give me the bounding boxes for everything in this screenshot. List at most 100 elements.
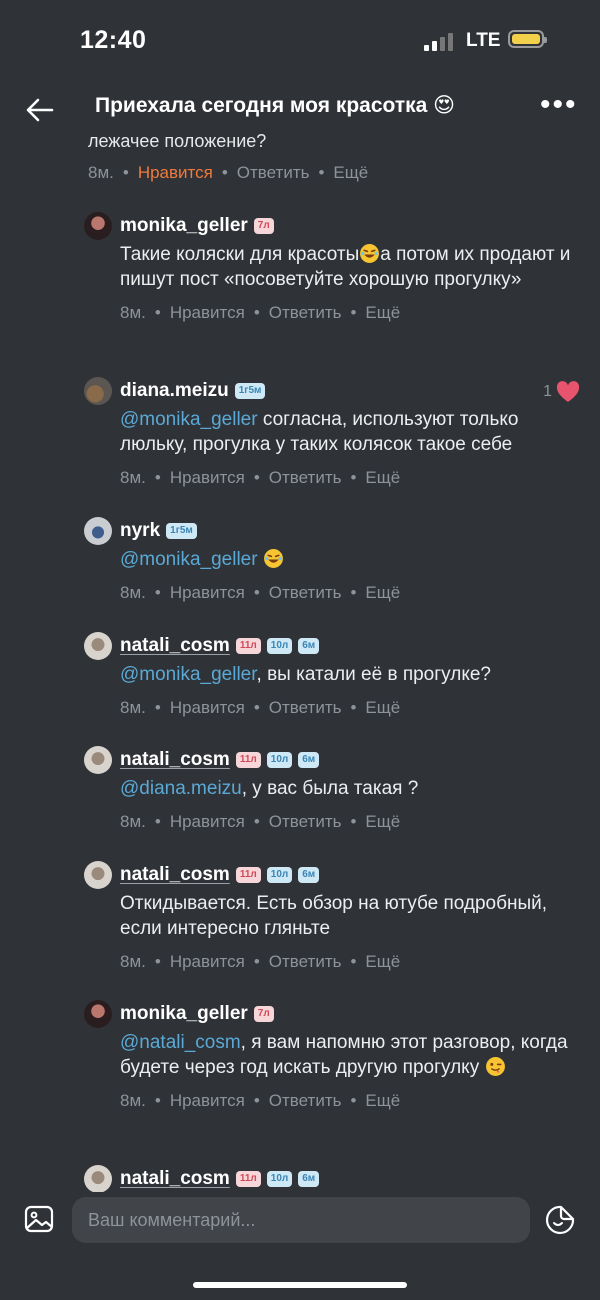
badge: 7л [253, 1006, 274, 1022]
reply-button[interactable]: Ответить [269, 698, 342, 717]
badge: 11л [235, 867, 261, 883]
comment-time: 8м. [120, 1091, 146, 1110]
reply-button[interactable]: Ответить [269, 583, 342, 602]
comment-time: 8м. [120, 698, 146, 717]
comment-meta: 8м. • Нравится • Ответить • Ещё [120, 812, 401, 831]
reply-button[interactable]: Ответить [269, 1091, 342, 1110]
badge: 6м [298, 638, 320, 654]
home-indicator [193, 1282, 407, 1288]
badge: 6м [298, 752, 320, 768]
like-button[interactable]: Нравится [170, 952, 245, 971]
battery-icon [508, 30, 547, 48]
avatar[interactable] [84, 1000, 112, 1028]
more-options-icon[interactable]: ••• [540, 90, 578, 120]
username[interactable]: monika_geller [120, 215, 248, 237]
like-button[interactable]: Нравится [170, 812, 245, 831]
mention-link[interactable]: @monika_geller [120, 409, 258, 430]
username[interactable]: nyrk [120, 520, 160, 542]
reply-button[interactable]: Ответить [269, 303, 342, 322]
like-button[interactable]: Нравится [170, 468, 245, 487]
reply-button[interactable]: Ответить [269, 468, 342, 487]
comment-meta: 8м. • Нравится • Ответить • Ещё [120, 952, 401, 971]
like-button[interactable]: Нравится [138, 163, 213, 182]
badge: 10л [266, 752, 293, 768]
comment-time: 8м. [120, 468, 146, 487]
laughing-emoji-icon [263, 549, 283, 568]
comment-text: @monika_geller, вы катали её в прогулке? [120, 664, 491, 685]
avatar[interactable] [84, 746, 112, 774]
comment-input-bar: Ваш комментарий... [0, 1192, 600, 1300]
avatar[interactable] [84, 212, 112, 240]
heart-icon[interactable] [556, 381, 580, 403]
reply-button[interactable]: Ответить [237, 163, 310, 182]
more-button[interactable]: Ещё [365, 583, 400, 602]
comment-time: 8м. [120, 583, 146, 602]
comments-feed[interactable]: лежачее положение? 8м. • Нравится • Ответить… [0, 130, 600, 1192]
laughing-emoji-icon [360, 244, 380, 263]
comment-text: Откидывается. Есть обзор на ютубе подроб… [120, 893, 548, 939]
more-button[interactable]: Ещё [365, 303, 400, 322]
comment-meta: 8м. • Нравится • Ответить • Ещё [88, 163, 369, 182]
badge: 10л [266, 638, 293, 654]
like-button[interactable]: Нравится [170, 698, 245, 717]
more-button[interactable]: Ещё [333, 163, 368, 182]
comment-time: 8м. [120, 303, 146, 322]
username[interactable]: natali_cosm [120, 635, 230, 657]
comment-meta: 8м. • Нравится • Ответить • Ещё [120, 468, 401, 487]
mention-link[interactable]: @natali_cosm [120, 1032, 241, 1053]
username[interactable]: natali_cosm [120, 749, 230, 771]
cellular-signal-icon [424, 33, 456, 51]
page-title: Приехала сегодня моя красотка 😍 [95, 94, 456, 117]
comment-text: @natali_cosm, я вам напомню этот разгово… [120, 1032, 568, 1078]
more-button[interactable]: Ещё [365, 952, 400, 971]
username[interactable]: natali_cosm [120, 1168, 230, 1190]
mention-link[interactable]: @diana.meizu [120, 778, 242, 799]
badge: 10л [266, 867, 293, 883]
comment-text: Такие коляски для красоты а потом их прод… [120, 244, 571, 290]
comment-text: @monika_geller [120, 547, 580, 572]
badge: 1г5м [166, 523, 197, 539]
more-button[interactable]: Ещё [365, 812, 400, 831]
comment-meta: 8м. • Нравится • Ответить • Ещё [120, 303, 401, 322]
comment-time: 8м. [88, 163, 114, 182]
username[interactable]: monika_geller [120, 1003, 248, 1025]
badge: 10л [266, 1171, 293, 1187]
badge: 7л [253, 218, 274, 234]
avatar[interactable] [84, 517, 112, 545]
avatar[interactable] [84, 861, 112, 889]
badge: 6м [298, 1171, 320, 1187]
mention-link[interactable]: @monika_geller [120, 664, 257, 685]
comment-text: @diana.meizu, у вас была такая ? [120, 778, 419, 799]
comment-text: @monika_geller согласна, используют толь… [120, 409, 519, 455]
avatar[interactable] [84, 377, 112, 405]
like-button[interactable]: Нравится [170, 303, 245, 322]
nav-bar: Приехала сегодня моя красотка 😍 ••• [0, 80, 600, 136]
like-button[interactable]: Нравится [170, 583, 245, 602]
badge: 1г5м [234, 383, 266, 399]
comment-meta: 8м. • Нравится • Ответить • Ещё [120, 698, 401, 717]
comment-text: лежачее положение? [88, 131, 267, 151]
more-button[interactable]: Ещё [365, 1091, 400, 1110]
username[interactable]: natali_cosm [120, 864, 230, 886]
reply-button[interactable]: Ответить [269, 952, 342, 971]
badge: 11л [235, 1171, 261, 1187]
badge: 11л [235, 752, 261, 768]
status-bar: 12:40 LTE [0, 0, 600, 80]
sticker-icon[interactable] [544, 1204, 576, 1236]
comment-input[interactable]: Ваш комментарий... [72, 1197, 530, 1243]
mention-link[interactable]: @monika_geller [120, 549, 258, 570]
badge: 6м [298, 867, 320, 883]
more-button[interactable]: Ещё [365, 468, 400, 487]
back-arrow-icon[interactable] [24, 94, 56, 126]
like-button[interactable]: Нравится [170, 1091, 245, 1110]
avatar[interactable] [84, 632, 112, 660]
username[interactable]: diana.meizu [120, 380, 229, 402]
comment-time: 8м. [120, 952, 146, 971]
like-count[interactable]: 1 [543, 381, 580, 403]
image-attach-icon[interactable] [24, 1204, 54, 1234]
avatar[interactable] [84, 1165, 112, 1192]
status-time: 12:40 [80, 26, 147, 54]
comment-meta: 8м. • Нравится • Ответить • Ещё [120, 1091, 401, 1110]
reply-button[interactable]: Ответить [269, 812, 342, 831]
more-button[interactable]: Ещё [365, 698, 400, 717]
